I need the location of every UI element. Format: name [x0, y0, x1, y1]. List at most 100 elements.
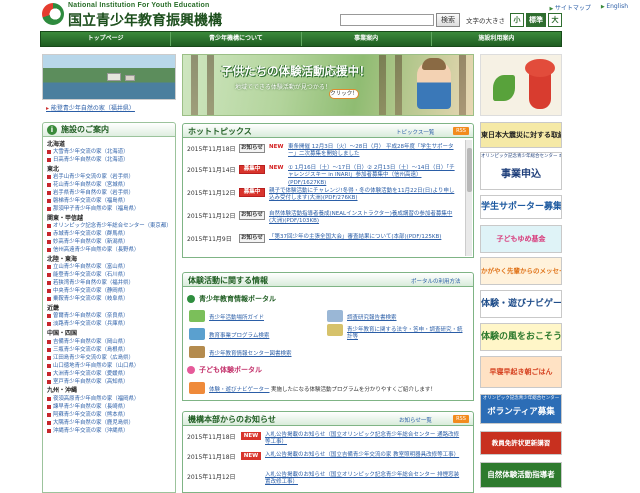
facility-link[interactable]: 淡路青少年交流の家（兵庫県）	[47, 320, 171, 328]
facility-link[interactable]: 赤城青少年交流の家（群馬県）	[47, 230, 171, 238]
facility-link[interactable]: 室戸青少年自然の家（高知県）	[47, 378, 171, 386]
program-icon	[189, 328, 205, 340]
portal-link-activity-guide[interactable]: 青少年活動場所ガイド	[189, 310, 264, 322]
portal-link-research-search[interactable]: 調査研究報告書検索	[327, 310, 397, 322]
side-banner[interactable]: 体験・遊びナビゲーター	[480, 290, 562, 318]
facility-photo[interactable]	[42, 54, 176, 100]
facility-link[interactable]: 磐梯青少年交流の家（福島県）	[47, 197, 171, 205]
topics-scrollbar[interactable]	[465, 140, 472, 256]
logo-icon[interactable]	[42, 3, 64, 25]
facility-link[interactable]: 沖縄青少年交流の家（沖縄県）	[47, 427, 171, 435]
facility-link[interactable]: 那須甲子青少年自然の家（福島県）	[47, 205, 171, 213]
scrollbar-thumb[interactable]	[467, 148, 472, 192]
notices-list-link[interactable]: お知らせ一覧	[399, 416, 432, 424]
facility-link[interactable]: 夜須高原青少年自然の家（福岡県）	[47, 395, 171, 403]
topic-link[interactable]: 親子で体験活動にチャレンジ!冬得・冬の体験活動を11月22日(日)より申し込み受…	[269, 188, 459, 203]
portal-link-text[interactable]: 調査研究報告書検索	[347, 315, 397, 321]
kids-portal-heading[interactable]: 子ども体験ポータル	[187, 365, 469, 375]
facility-link[interactable]: 岩手県青少年自然の家（岩手県）	[47, 189, 171, 197]
experience-banner[interactable]: 子供たちの体験活動応援中！ 地域でできる体験活動が見つかる！ クリック！	[182, 54, 474, 116]
topics-list-link[interactable]: トピックス一覧	[396, 128, 434, 136]
nav-top[interactable]: トップページ	[41, 32, 172, 46]
facility-link[interactable]: 花山青少年自然の家（宮城県）	[47, 181, 171, 189]
notice-date: 2015年11月12日	[187, 474, 236, 481]
side-banner[interactable]: 学生サポーター募集	[480, 195, 562, 219]
sitemap-link[interactable]: サイトマップ	[549, 3, 591, 12]
experience-info-panel: 青少年教育情報ポータル 青少年活動場所ガイド 調査研究報告書検索 教育事業プログ…	[182, 287, 474, 401]
facility-link[interactable]: 大洲青少年交流の家（愛媛県）	[47, 370, 171, 378]
facility-link[interactable]: 山口徳地青少年自然の家（山口県）	[47, 362, 171, 370]
side-banner-label: 学生サポーター募集	[481, 202, 562, 212]
facility-link[interactable]: 大雪青少年交流の家（北海道）	[47, 148, 171, 156]
side-banner[interactable]: オリンピック記念青少年総合センター 本部 事業申込	[480, 152, 562, 190]
facility-link[interactable]: 吉備青少年自然の家（岡山県）	[47, 338, 171, 346]
facility-link[interactable]: 能登青少年交流の家（石川県）	[47, 271, 171, 279]
facility-link[interactable]: 江田島青少年交流の家（広島県）	[47, 354, 171, 362]
facility-link[interactable]: 日高青少年自然の家（北海道）	[47, 156, 171, 164]
facility-link[interactable]: オリンピック記念青少年総合センター（東京都）	[47, 222, 172, 230]
facility-link[interactable]: 中央青少年交流の家（静岡県）	[47, 287, 171, 295]
notices-list: 2015年11月18日 NEW 入札公告掲載のお知らせ（国立オリンピック記念青少年総…	[182, 426, 474, 493]
portal-link-program-search[interactable]: 教育事業プログラム検索	[189, 328, 269, 340]
topic-link[interactable]: 「第37回少年の主張全国大会」審査結果について(本部)(PDF/125KB)	[269, 234, 459, 241]
photo-caption-link[interactable]: 能登青少年自然の家（福井県）	[46, 103, 135, 112]
topic-badge: 募集中	[239, 188, 265, 197]
nav-about[interactable]: 青少年機構について	[171, 32, 302, 46]
rss-icon[interactable]: RSS	[453, 127, 469, 135]
tree-shape	[207, 55, 214, 115]
facility-link[interactable]: 乗鞍青少年交流の家（岐阜県）	[47, 295, 171, 303]
search-input[interactable]	[340, 14, 434, 26]
notice-link[interactable]: 入札公告掲載のお知らせ（国立オリンピック記念青少年総合センター 排煙窓装置改修工…	[265, 472, 461, 487]
facility-link[interactable]: 三瓶青少年交流の家（島根県）	[47, 346, 171, 354]
portal-link-text[interactable]: 教育事業プログラム検索	[209, 333, 269, 339]
facility-link[interactable]: 立山青少年自然の家（富山県）	[47, 263, 171, 271]
portal-link-library[interactable]: 青少年教育情報センター図書検索	[189, 346, 292, 358]
logo-japanese[interactable]: 国立青少年教育振興機構	[68, 10, 222, 30]
logo-english[interactable]: National Institution For Youth Education	[68, 2, 210, 9]
notice-link[interactable]: 入札公告掲載のお知らせ（国立吉備青少年交流の家 教室照明器具改修等工事）	[265, 452, 461, 459]
kids-navigator-link[interactable]: 体験・遊びナビゲーター	[189, 382, 270, 394]
notice-date: 2015年11月18日	[187, 454, 236, 461]
youth-portal-heading[interactable]: 青少年教育情報ポータル	[187, 294, 469, 304]
nav-facility-guide[interactable]: 施設利用案内	[432, 32, 561, 46]
facility-link[interactable]: 曽爾青少年自然の家（奈良県）	[47, 312, 171, 320]
font-large-button[interactable]: 大	[548, 13, 562, 27]
facility-link[interactable]: 大隅青少年自然の家（鹿児島県）	[47, 419, 171, 427]
side-banner[interactable]: 自然体験活動指導者	[480, 462, 562, 488]
english-link[interactable]: English	[601, 3, 628, 12]
side-banner[interactable]: 子どもゆめ基金	[480, 225, 562, 253]
topic-link[interactable]: 自然体験活動指導者養成(NEALインストラクター)養成講習の参加者募集中(大洲)…	[269, 211, 459, 226]
font-standard-button[interactable]: 標準	[526, 13, 546, 27]
side-banner[interactable]: オリンピック記念青少年総合センター ボランティア募集	[480, 394, 562, 424]
facility-link[interactable]: 妙高青少年自然の家（新潟県）	[47, 238, 171, 246]
portal-link-laws[interactable]: 青少年教育に関する法令・答申・調査研究・統計等	[327, 324, 467, 341]
mascot-image[interactable]	[480, 54, 562, 116]
side-banner[interactable]: 教員免許状更新講習	[480, 431, 562, 455]
navigator-icon	[189, 382, 205, 394]
side-banner[interactable]: かがやく先輩からのメッセージ	[480, 257, 562, 285]
facility-link[interactable]: 若狭湾青少年自然の家（福井県）	[47, 279, 171, 287]
banner-click-button[interactable]: クリック！	[329, 89, 359, 99]
side-banner[interactable]: 体験の風をおこそう	[480, 323, 562, 351]
nav-programs[interactable]: 事業案内	[302, 32, 432, 46]
portal-link-text[interactable]: 青少年教育に関する法令・答申・調査研究・統計等	[347, 327, 463, 340]
map-icon	[189, 310, 205, 322]
facility-link[interactable]: 阿蘇青少年交流の家（熊本県）	[47, 411, 171, 419]
side-banner-sub: オリンピック記念青少年総合センター 本部	[481, 154, 562, 159]
rss-icon[interactable]: RSS	[453, 415, 469, 423]
facility-link[interactable]: 岩手山青少年交流の家（岩手県）	[47, 173, 171, 181]
portal-link-text[interactable]: 青少年活動場所ガイド	[209, 315, 264, 321]
facility-link[interactable]: 信州高遠青少年自然の家（長野県）	[47, 246, 171, 254]
side-banner[interactable]: 東日本大震災に対する取組	[480, 122, 562, 148]
top-links: サイトマップ English	[549, 3, 628, 12]
notice-link[interactable]: 入札公告掲載のお知らせ（国立オリンピック記念青少年総合センター 通路改修等工事）	[265, 432, 461, 447]
topic-link[interactable]: ① 1月16日（土）〜17日（日）② 2月13日（土）〜14日（日）「チャレンジ…	[288, 165, 459, 187]
side-banner[interactable]: 早寝早起き朝ごはん	[480, 356, 562, 388]
font-small-button[interactable]: 小	[510, 13, 524, 27]
portal-link-text[interactable]: 青少年教育情報センター図書検索	[209, 351, 292, 357]
portal-usage-link[interactable]: ポータルの利用方法	[411, 277, 461, 285]
portal-link-text[interactable]: 体験・遊びナビゲーター	[209, 387, 270, 393]
topic-link[interactable]: 東条開催 12月3日（火）〜28日（月） 平成28年度「学生サポーター」二次募集…	[288, 144, 459, 159]
facility-link[interactable]: 諫早青少年自然の家（長崎県）	[47, 403, 171, 411]
search-button[interactable]: 検索	[436, 13, 460, 27]
